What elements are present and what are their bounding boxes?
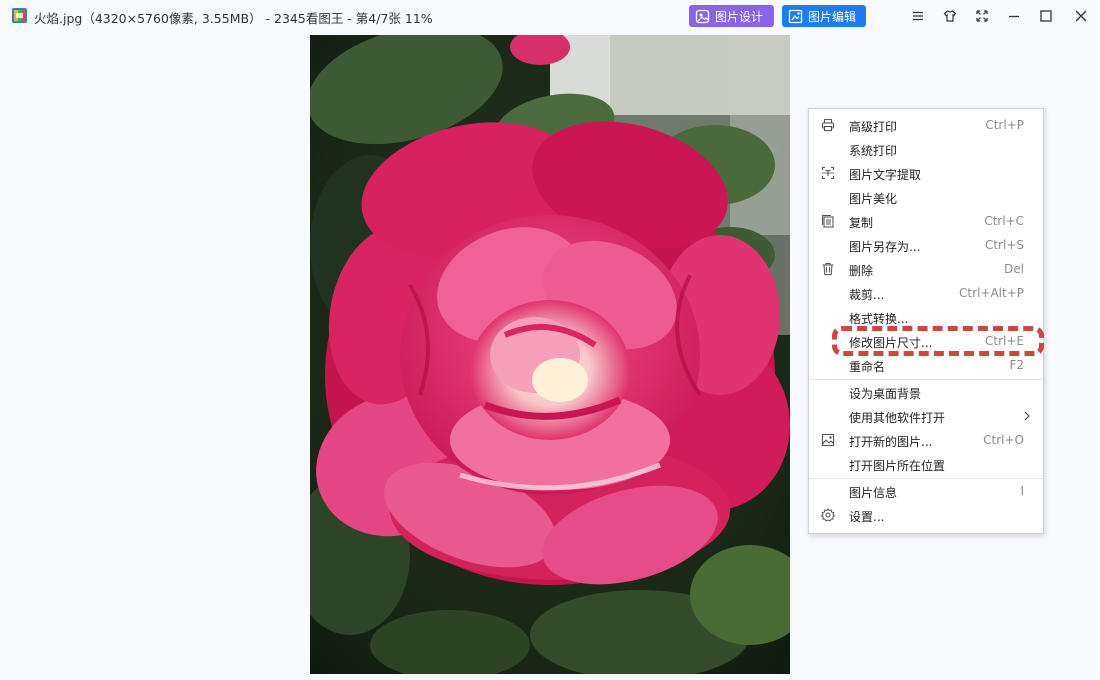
menu-item-system-print[interactable]: 系统打印 — [809, 137, 1043, 161]
trash-icon — [822, 262, 834, 276]
menu-item-label: 图片文字提取 — [849, 168, 922, 182]
menu-item-settings[interactable]: 设置... — [809, 503, 1043, 527]
menu-item-label: 删除 — [849, 264, 874, 278]
minimize-button[interactable] — [1002, 4, 1026, 28]
menu-item-text-extract[interactable]: 图片文字提取 — [809, 161, 1043, 185]
window-title: 火焰.jpg（4320×5760像素, 3.55MB） - 2345看图王 - … — [34, 11, 433, 26]
close-button[interactable] — [1069, 4, 1093, 28]
menu-item-save-as[interactable]: 图片另存为... Ctrl+S — [809, 233, 1043, 257]
copy-icon — [821, 214, 834, 228]
menu-item-set-wallpaper[interactable]: 设为桌面背景 — [809, 380, 1043, 404]
menu-item-convert-format[interactable]: 格式转换... — [809, 305, 1043, 329]
menu-item-label: 使用其他软件打开 — [849, 411, 946, 425]
menu-item-image-info[interactable]: 图片信息 I — [809, 479, 1043, 503]
menu-item-label: 系统打印 — [849, 144, 898, 158]
main-menu-button[interactable] — [906, 4, 930, 28]
menu-item-label: 设置... — [849, 510, 885, 524]
minimize-icon — [1009, 15, 1019, 18]
menu-item-shortcut: Del — [1004, 262, 1024, 276]
image-design-button[interactable]: 图片设计 — [689, 5, 774, 27]
maximize-icon — [1040, 10, 1052, 22]
menu-item-label: 重命名 — [849, 360, 886, 374]
menu-item-label: 图片美化 — [849, 192, 898, 206]
menu-item-advanced-print[interactable]: 高级打印 Ctrl+P — [809, 113, 1043, 137]
gear-icon — [821, 508, 835, 522]
fullscreen-button[interactable] — [970, 4, 994, 28]
fullscreen-icon — [976, 10, 988, 22]
menu-item-label: 格式转换... — [849, 312, 909, 326]
image-edit-button[interactable]: 图片编辑 — [782, 5, 866, 27]
menu-item-label: 裁剪... — [849, 288, 885, 302]
image-design-label: 图片设计 — [715, 9, 764, 24]
menu-item-label: 高级打印 — [849, 120, 898, 134]
menu-item-copy[interactable]: 复制 Ctrl+C — [809, 209, 1043, 233]
menu-item-label: 打开新的图片... — [849, 435, 933, 449]
menu-item-shortcut: F2 — [1009, 358, 1024, 372]
text-extract-icon — [821, 166, 835, 180]
menu-item-shortcut: Ctrl+S — [984, 238, 1024, 252]
menu-item-resize-image[interactable]: 修改图片尺寸... Ctrl+E — [809, 329, 1043, 353]
image-edit-label: 图片编辑 — [808, 9, 857, 24]
menu-item-open-with[interactable]: 使用其他软件打开 — [809, 404, 1043, 428]
menu-item-rename[interactable]: 重命名 F2 — [809, 353, 1043, 377]
menu-item-label: 设为桌面背景 — [849, 387, 922, 401]
rose-photo — [310, 35, 790, 674]
menu-item-label: 图片另存为... — [849, 240, 921, 254]
close-icon — [1075, 10, 1087, 22]
design-icon — [695, 9, 710, 23]
chevron-right-icon — [1024, 411, 1030, 421]
menu-item-shortcut: I — [1020, 484, 1024, 498]
menu-icon — [913, 11, 923, 21]
app-logo-icon — [11, 7, 28, 24]
menu-item-label: 修改图片尺寸... — [849, 336, 933, 350]
image-icon — [821, 433, 835, 447]
menu-item-shortcut: Ctrl+O — [983, 433, 1024, 447]
menu-item-open-location[interactable]: 打开图片所在位置 — [809, 452, 1043, 476]
skin-icon — [943, 10, 957, 22]
maximize-button[interactable] — [1034, 4, 1058, 28]
menu-item-shortcut: Ctrl+E — [985, 334, 1024, 348]
menu-item-shortcut: Ctrl+Alt+P — [959, 286, 1024, 300]
skin-button[interactable] — [938, 4, 962, 28]
menu-item-beautify[interactable]: 图片美化 — [809, 185, 1043, 209]
menu-item-label: 图片信息 — [849, 486, 898, 500]
context-menu: 高级打印 Ctrl+P 系统打印 图片文字提取 图片美化 复制 Ctrl+C 图… — [808, 108, 1044, 534]
menu-item-shortcut: Ctrl+P — [985, 118, 1024, 132]
title-bar: 火焰.jpg（4320×5760像素, 3.55MB） - 2345看图王 - … — [0, 0, 1100, 33]
menu-item-label: 打开图片所在位置 — [849, 459, 946, 473]
menu-item-shortcut: Ctrl+C — [984, 214, 1024, 228]
edit-icon — [788, 9, 803, 23]
menu-item-crop[interactable]: 裁剪... Ctrl+Alt+P — [809, 281, 1043, 305]
menu-item-label: 复制 — [849, 216, 874, 230]
image-canvas[interactable] — [310, 35, 790, 674]
menu-item-open-new-image[interactable]: 打开新的图片... Ctrl+O — [809, 428, 1043, 452]
menu-item-delete[interactable]: 删除 Del — [809, 257, 1043, 281]
printer-icon — [821, 118, 835, 132]
